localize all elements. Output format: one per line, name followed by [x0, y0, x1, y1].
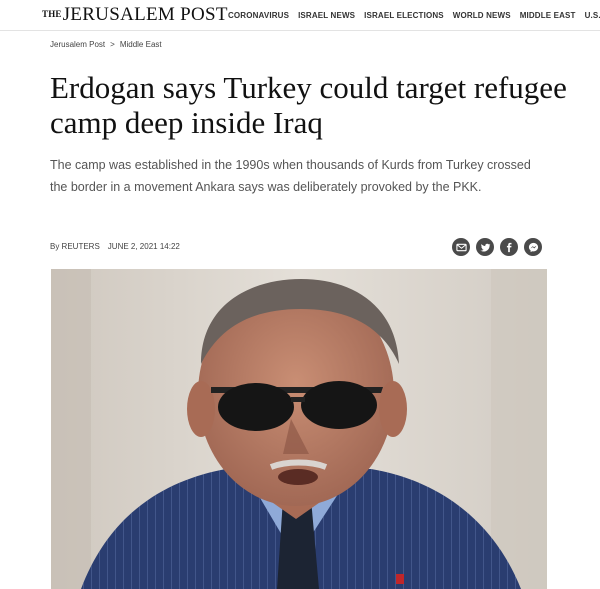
article-headline: Erdogan says Turkey could target refugee…: [50, 70, 567, 140]
email-share-button[interactable]: [452, 238, 470, 256]
article-summary: The camp was established in the 1990s wh…: [50, 158, 531, 194]
nav-world-news[interactable]: WORLD NEWS: [453, 11, 511, 20]
portrait-image: [51, 269, 547, 589]
breadcrumb-separator: >: [110, 40, 115, 49]
byline-date: JUNE 2, 2021 14:22: [107, 242, 180, 251]
breadcrumb: Jerusalem Post > Middle East: [50, 40, 162, 49]
main-nav: CORONAVIRUS ISRAEL NEWS ISRAEL ELECTIONS…: [228, 0, 600, 30]
logo-name: JERUSALEM POST: [62, 4, 228, 25]
nav-israel-elections[interactable]: ISRAEL ELECTIONS: [364, 11, 444, 20]
twitter-share-button[interactable]: [476, 238, 494, 256]
messenger-icon: [528, 242, 538, 252]
twitter-icon: [479, 243, 491, 252]
site-logo[interactable]: THE JERUSALEM POST: [42, 4, 228, 26]
nav-israel-news[interactable]: ISRAEL NEWS: [298, 11, 355, 20]
nav-middle-east[interactable]: MIDDLE EAST: [520, 11, 576, 20]
breadcrumb-section[interactable]: Middle East: [120, 40, 162, 49]
share-bar: [452, 238, 548, 256]
facebook-share-button[interactable]: [500, 238, 518, 256]
byline: By REUTERS JUNE 2, 2021 14:22: [50, 242, 180, 251]
site-header: THE JERUSALEM POST CORONAVIRUS ISRAEL NE…: [0, 0, 600, 31]
logo-the: THE: [42, 9, 62, 19]
facebook-icon: [506, 242, 512, 252]
nav-us-politics[interactable]: U.S. POLITICS: [585, 11, 600, 20]
breadcrumb-home[interactable]: Jerusalem Post: [50, 40, 105, 49]
byline-author[interactable]: By REUTERS: [50, 242, 100, 251]
article-photo: [51, 269, 547, 589]
nav-coronavirus[interactable]: CORONAVIRUS: [228, 11, 289, 20]
messenger-share-button[interactable]: [524, 238, 542, 256]
email-icon: [455, 243, 467, 251]
